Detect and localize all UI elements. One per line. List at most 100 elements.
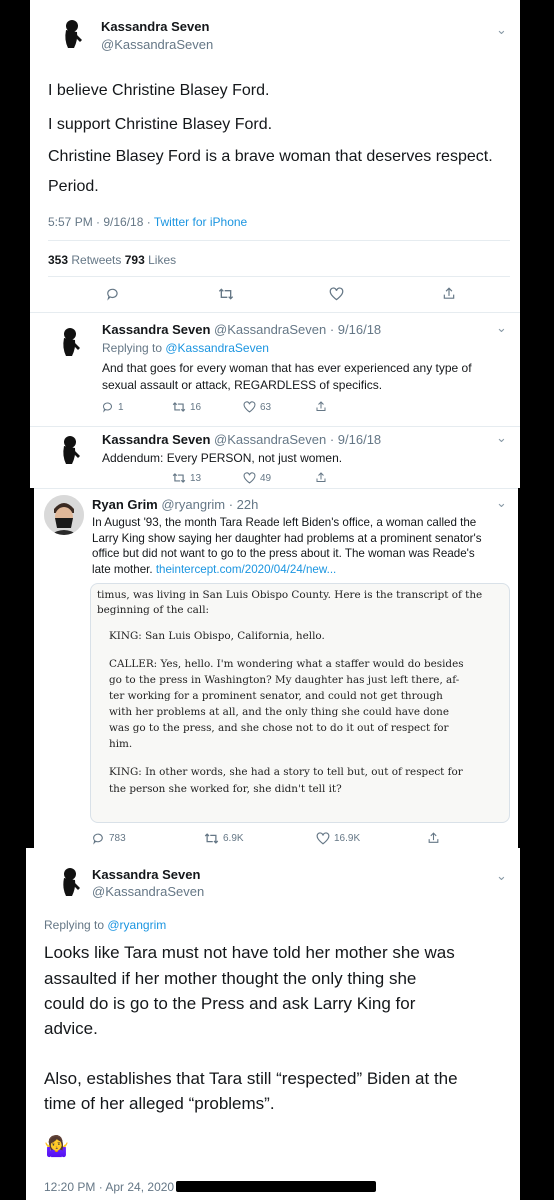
quoted-line-4-text: late mother.	[92, 562, 156, 576]
like-button[interactable]	[329, 287, 344, 301]
tweet-meta: 5:57 PM · 9/16/18 · Twitter for iPhone	[48, 215, 247, 229]
author-name-text[interactable]: Kassandra Seven	[102, 432, 210, 447]
replying-handle[interactable]: @KassandraSeven	[165, 341, 269, 355]
reply-count: 783	[109, 833, 126, 844]
avatar[interactable]	[50, 862, 90, 902]
retweet-button[interactable]: 6.9K	[204, 832, 244, 845]
reply-icon	[102, 402, 112, 413]
author-name[interactable]: Kassandra Seven	[92, 867, 200, 882]
avatar-figure-icon	[65, 20, 82, 48]
tweet-time: 12:20 PM · Apr 24, 2020 ·	[44, 1180, 182, 1194]
transcript-line-3: KING: San Luis Obispo, California, hello…	[109, 630, 325, 642]
quoted-line-4: late mother. theintercept.com/2020/04/24…	[92, 562, 482, 578]
chevron-down-icon[interactable]: ⌄	[496, 868, 507, 884]
transcript-line-6: ter working for a prominent senator, and…	[109, 690, 443, 702]
masked-face-icon	[44, 495, 84, 535]
replying-to: Replying to @ryangrim	[44, 918, 166, 932]
retweet-count[interactable]: 353	[48, 253, 68, 267]
like-count[interactable]: 793	[125, 253, 145, 267]
retweet-icon	[218, 288, 234, 300]
author-handle[interactable]: @KassandraSeven	[101, 37, 213, 52]
divider	[48, 240, 510, 241]
avatar[interactable]	[50, 430, 90, 470]
retweet-icon	[204, 833, 219, 844]
transcript-line-7: with her problems at all, and the only t…	[109, 706, 450, 718]
chevron-down-icon[interactable]: ⌄	[496, 495, 507, 511]
retweet-icon	[172, 402, 186, 412]
replying-prefix: Replying to	[44, 918, 108, 932]
author-name[interactable]: Kassandra Seven @KassandraSeven · 9/16/1…	[102, 322, 381, 337]
avatar[interactable]	[52, 14, 92, 54]
share-button[interactable]	[315, 471, 327, 484]
share-icon	[428, 832, 439, 843]
chevron-down-icon[interactable]: ⌄	[496, 430, 507, 446]
avatar-figure-icon	[63, 868, 80, 896]
author-meta: @KassandraSeven · 9/16/18	[210, 322, 382, 337]
retweets-label: Retweets	[68, 253, 125, 267]
author-name[interactable]: Kassandra Seven @KassandraSeven · 9/16/1…	[102, 432, 381, 447]
reply-text: And that goes for every woman that has e…	[102, 360, 472, 394]
author-name-text[interactable]: Kassandra Seven	[102, 322, 210, 337]
like-button[interactable]: 16.9K	[316, 832, 360, 845]
share-button[interactable]	[315, 400, 327, 413]
tweet-time: 5:57 PM · 9/16/18 ·	[48, 215, 154, 229]
reply-tweet-2: Kassandra Seven @KassandraSeven · 9/16/1…	[30, 426, 520, 488]
share-button[interactable]	[427, 831, 440, 845]
reply-button[interactable]	[106, 287, 120, 301]
reply-icon	[93, 833, 103, 845]
share-icon	[316, 472, 326, 482]
author-handle[interactable]: @KassandraSeven	[92, 884, 204, 899]
chevron-down-icon[interactable]: ⌄	[496, 320, 507, 336]
reply-icon	[107, 288, 118, 301]
redaction-bar	[176, 1181, 376, 1192]
reply-button[interactable]: 783	[92, 832, 126, 845]
tweet-line-2: assaulted if her mother thought the only…	[44, 969, 417, 988]
share-button[interactable]	[442, 286, 456, 301]
tweet-line-2: I support Christine Blasey Ford.	[48, 116, 273, 133]
transcript-line-9: him.	[109, 738, 133, 750]
tweet-line-1: Looks like Tara must not have told her m…	[44, 943, 455, 962]
reply-tweet-1: Kassandra Seven @KassandraSeven · 9/16/1…	[30, 312, 520, 426]
quoted-text: In August '93, the month Tara Reade left…	[92, 515, 482, 577]
replying-prefix: Replying to	[102, 341, 166, 355]
avatar[interactable]	[50, 322, 90, 362]
heart-icon	[243, 401, 256, 413]
like-count: 49	[260, 472, 272, 484]
quoted-line-2: Larry King show saying her daughter had …	[92, 531, 482, 545]
author-name[interactable]: Ryan Grim @ryangrim · 22h	[92, 497, 258, 512]
retweet-button[interactable]	[218, 287, 234, 301]
shrug-emoji: 🤷‍♀️	[44, 1136, 69, 1158]
avatar[interactable]	[44, 495, 84, 535]
quoted-line-1: In August '93, the month Tara Reade left…	[92, 516, 477, 529]
tweet-source[interactable]: Twitter for iPhone	[154, 215, 247, 229]
transcript-line-2: beginning of the call:	[97, 604, 210, 616]
retweet-icon	[172, 473, 186, 483]
article-link[interactable]: theintercept.com/2020/04/24/new...	[156, 563, 336, 576]
like-button[interactable]: 63	[243, 401, 271, 413]
retweet-count: 16	[190, 401, 202, 413]
author-name-text[interactable]: Ryan Grim	[92, 497, 158, 512]
tweet-line-3: could do is go to the Press and ask Larr…	[44, 994, 416, 1013]
tweet-line-1: I believe Christine Blasey Ford.	[48, 82, 270, 99]
retweet-button[interactable]: 13	[172, 472, 201, 484]
chevron-down-icon[interactable]: ⌄	[496, 22, 507, 38]
article-screenshot[interactable]: timus, was living in San Luis Obispo Cou…	[90, 583, 510, 823]
replying-to: Replying to @KassandraSeven	[102, 341, 269, 355]
tweet-stats: 353 Retweets 793 Likes	[48, 253, 176, 267]
share-icon	[443, 287, 455, 299]
divider	[30, 312, 520, 313]
author-name[interactable]: Kassandra Seven	[101, 19, 209, 34]
heart-icon	[329, 287, 344, 301]
quoted-line-3: office but did not want to go to the pre…	[92, 547, 475, 561]
transcript-line-10: KING: In other words, she had a story to…	[109, 766, 463, 778]
retweet-count: 13	[190, 472, 202, 484]
retweet-button[interactable]: 16	[172, 401, 201, 413]
transcript-line-11: the person she worked for, she didn't te…	[109, 783, 342, 795]
tweet-line-6: time of her alleged “problems”.	[44, 1094, 275, 1113]
avatar-figure-icon	[63, 436, 80, 464]
tweet-line-5: Also, establishes that Tara still “respe…	[44, 1069, 458, 1088]
replying-handle[interactable]: @ryangrim	[107, 918, 166, 932]
reply-button[interactable]: 1	[102, 401, 124, 413]
like-button[interactable]: 49	[243, 472, 271, 484]
transcript-line-4: CALLER: Yes, hello. I'm wondering what a…	[109, 658, 464, 670]
